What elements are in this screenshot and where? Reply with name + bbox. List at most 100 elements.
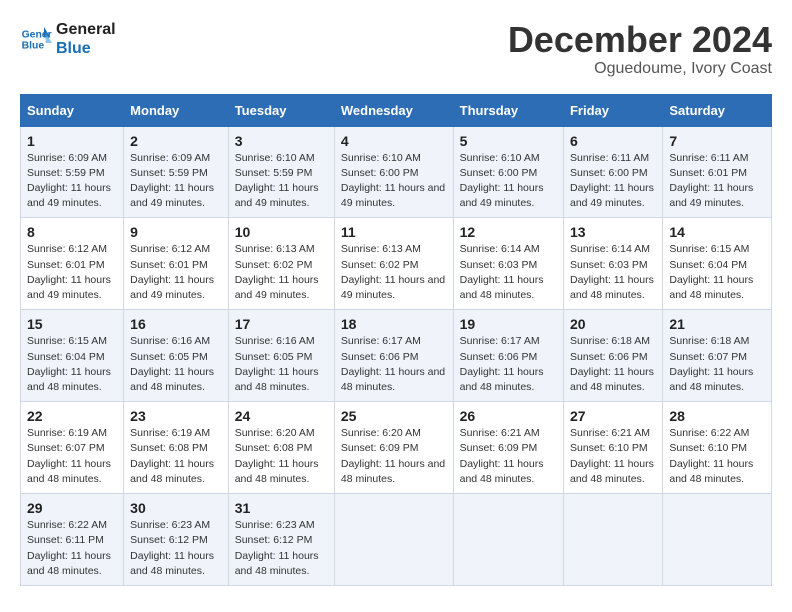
weekday-header: Wednesday [334, 94, 453, 126]
calendar-week-row: 8 Sunrise: 6:12 AMSunset: 6:01 PMDayligh… [21, 218, 772, 310]
calendar-cell: 10 Sunrise: 6:13 AMSunset: 6:02 PMDaylig… [228, 218, 334, 310]
day-info: Sunrise: 6:15 AMSunset: 6:04 PMDaylight:… [669, 243, 753, 301]
day-number: 3 [235, 133, 328, 149]
day-number: 24 [235, 408, 328, 424]
calendar-cell: 21 Sunrise: 6:18 AMSunset: 6:07 PMDaylig… [663, 310, 772, 402]
day-info: Sunrise: 6:12 AMSunset: 6:01 PMDaylight:… [27, 243, 111, 301]
day-number: 23 [130, 408, 222, 424]
day-info: Sunrise: 6:09 AMSunset: 5:59 PMDaylight:… [27, 152, 111, 210]
calendar-cell: 25 Sunrise: 6:20 AMSunset: 6:09 PMDaylig… [334, 402, 453, 494]
day-number: 25 [341, 408, 447, 424]
calendar-cell: 6 Sunrise: 6:11 AMSunset: 6:00 PMDayligh… [563, 126, 662, 218]
day-info: Sunrise: 6:14 AMSunset: 6:03 PMDaylight:… [460, 243, 544, 301]
day-info: Sunrise: 6:10 AMSunset: 5:59 PMDaylight:… [235, 152, 319, 210]
calendar-cell: 11 Sunrise: 6:13 AMSunset: 6:02 PMDaylig… [334, 218, 453, 310]
day-info: Sunrise: 6:10 AMSunset: 6:00 PMDaylight:… [460, 152, 544, 210]
day-info: Sunrise: 6:19 AMSunset: 6:07 PMDaylight:… [27, 427, 111, 485]
day-info: Sunrise: 6:22 AMSunset: 6:10 PMDaylight:… [669, 427, 753, 485]
calendar-cell: 28 Sunrise: 6:22 AMSunset: 6:10 PMDaylig… [663, 402, 772, 494]
calendar-cell: 22 Sunrise: 6:19 AMSunset: 6:07 PMDaylig… [21, 402, 124, 494]
day-info: Sunrise: 6:15 AMSunset: 6:04 PMDaylight:… [27, 335, 111, 393]
weekday-header: Sunday [21, 94, 124, 126]
day-number: 5 [460, 133, 557, 149]
month-title: December 2024 [508, 20, 772, 60]
weekday-header: Monday [124, 94, 229, 126]
day-info: Sunrise: 6:19 AMSunset: 6:08 PMDaylight:… [130, 427, 214, 485]
day-number: 7 [669, 133, 765, 149]
calendar-week-row: 29 Sunrise: 6:22 AMSunset: 6:11 PMDaylig… [21, 494, 772, 586]
day-number: 10 [235, 224, 328, 240]
calendar-cell: 1 Sunrise: 6:09 AMSunset: 5:59 PMDayligh… [21, 126, 124, 218]
day-info: Sunrise: 6:11 AMSunset: 6:01 PMDaylight:… [669, 152, 753, 210]
calendar-cell: 14 Sunrise: 6:15 AMSunset: 6:04 PMDaylig… [663, 218, 772, 310]
weekday-header: Friday [563, 94, 662, 126]
day-number: 29 [27, 500, 117, 516]
day-number: 2 [130, 133, 222, 149]
calendar-week-row: 1 Sunrise: 6:09 AMSunset: 5:59 PMDayligh… [21, 126, 772, 218]
day-number: 30 [130, 500, 222, 516]
calendar-cell: 19 Sunrise: 6:17 AMSunset: 6:06 PMDaylig… [453, 310, 563, 402]
calendar-cell: 12 Sunrise: 6:14 AMSunset: 6:03 PMDaylig… [453, 218, 563, 310]
day-info: Sunrise: 6:23 AMSunset: 6:12 PMDaylight:… [130, 519, 214, 577]
day-info: Sunrise: 6:21 AMSunset: 6:09 PMDaylight:… [460, 427, 544, 485]
calendar-cell: 30 Sunrise: 6:23 AMSunset: 6:12 PMDaylig… [124, 494, 229, 586]
calendar-cell: 3 Sunrise: 6:10 AMSunset: 5:59 PMDayligh… [228, 126, 334, 218]
day-number: 8 [27, 224, 117, 240]
calendar-cell: 15 Sunrise: 6:15 AMSunset: 6:04 PMDaylig… [21, 310, 124, 402]
day-number: 13 [570, 224, 656, 240]
weekday-header: Thursday [453, 94, 563, 126]
day-info: Sunrise: 6:16 AMSunset: 6:05 PMDaylight:… [235, 335, 319, 393]
day-info: Sunrise: 6:13 AMSunset: 6:02 PMDaylight:… [341, 243, 445, 301]
day-number: 12 [460, 224, 557, 240]
calendar-cell [334, 494, 453, 586]
calendar-cell: 4 Sunrise: 6:10 AMSunset: 6:00 PMDayligh… [334, 126, 453, 218]
svg-text:Blue: Blue [22, 41, 45, 52]
header-row: SundayMondayTuesdayWednesdayThursdayFrid… [21, 94, 772, 126]
logo: General Blue General Blue [20, 20, 116, 58]
weekday-header: Saturday [663, 94, 772, 126]
calendar-cell: 18 Sunrise: 6:17 AMSunset: 6:06 PMDaylig… [334, 310, 453, 402]
day-number: 22 [27, 408, 117, 424]
day-info: Sunrise: 6:13 AMSunset: 6:02 PMDaylight:… [235, 243, 319, 301]
day-number: 27 [570, 408, 656, 424]
calendar-cell: 16 Sunrise: 6:16 AMSunset: 6:05 PMDaylig… [124, 310, 229, 402]
day-number: 20 [570, 316, 656, 332]
location: Oguedoume, Ivory Coast [508, 60, 772, 78]
calendar-week-row: 15 Sunrise: 6:15 AMSunset: 6:04 PMDaylig… [21, 310, 772, 402]
page-header: General Blue General Blue December 2024 … [20, 20, 772, 78]
day-info: Sunrise: 6:17 AMSunset: 6:06 PMDaylight:… [341, 335, 445, 393]
day-info: Sunrise: 6:12 AMSunset: 6:01 PMDaylight:… [130, 243, 214, 301]
day-number: 18 [341, 316, 447, 332]
calendar-cell [453, 494, 563, 586]
calendar-cell: 13 Sunrise: 6:14 AMSunset: 6:03 PMDaylig… [563, 218, 662, 310]
calendar-cell [563, 494, 662, 586]
day-info: Sunrise: 6:14 AMSunset: 6:03 PMDaylight:… [570, 243, 654, 301]
logo-text-blue: Blue [56, 39, 116, 58]
day-info: Sunrise: 6:17 AMSunset: 6:06 PMDaylight:… [460, 335, 544, 393]
day-number: 19 [460, 316, 557, 332]
calendar-cell: 26 Sunrise: 6:21 AMSunset: 6:09 PMDaylig… [453, 402, 563, 494]
calendar-cell: 17 Sunrise: 6:16 AMSunset: 6:05 PMDaylig… [228, 310, 334, 402]
calendar-cell: 23 Sunrise: 6:19 AMSunset: 6:08 PMDaylig… [124, 402, 229, 494]
calendar-cell: 20 Sunrise: 6:18 AMSunset: 6:06 PMDaylig… [563, 310, 662, 402]
day-info: Sunrise: 6:21 AMSunset: 6:10 PMDaylight:… [570, 427, 654, 485]
day-info: Sunrise: 6:10 AMSunset: 6:00 PMDaylight:… [341, 152, 445, 210]
day-number: 1 [27, 133, 117, 149]
title-block: December 2024 Oguedoume, Ivory Coast [508, 20, 772, 78]
weekday-header: Tuesday [228, 94, 334, 126]
calendar-cell: 2 Sunrise: 6:09 AMSunset: 5:59 PMDayligh… [124, 126, 229, 218]
calendar-cell [663, 494, 772, 586]
calendar-cell: 8 Sunrise: 6:12 AMSunset: 6:01 PMDayligh… [21, 218, 124, 310]
day-info: Sunrise: 6:18 AMSunset: 6:06 PMDaylight:… [570, 335, 654, 393]
day-number: 14 [669, 224, 765, 240]
day-number: 15 [27, 316, 117, 332]
calendar-cell: 24 Sunrise: 6:20 AMSunset: 6:08 PMDaylig… [228, 402, 334, 494]
calendar-cell: 9 Sunrise: 6:12 AMSunset: 6:01 PMDayligh… [124, 218, 229, 310]
day-number: 26 [460, 408, 557, 424]
day-number: 17 [235, 316, 328, 332]
day-info: Sunrise: 6:23 AMSunset: 6:12 PMDaylight:… [235, 519, 319, 577]
day-number: 21 [669, 316, 765, 332]
calendar-cell: 5 Sunrise: 6:10 AMSunset: 6:00 PMDayligh… [453, 126, 563, 218]
calendar-cell: 29 Sunrise: 6:22 AMSunset: 6:11 PMDaylig… [21, 494, 124, 586]
day-number: 16 [130, 316, 222, 332]
